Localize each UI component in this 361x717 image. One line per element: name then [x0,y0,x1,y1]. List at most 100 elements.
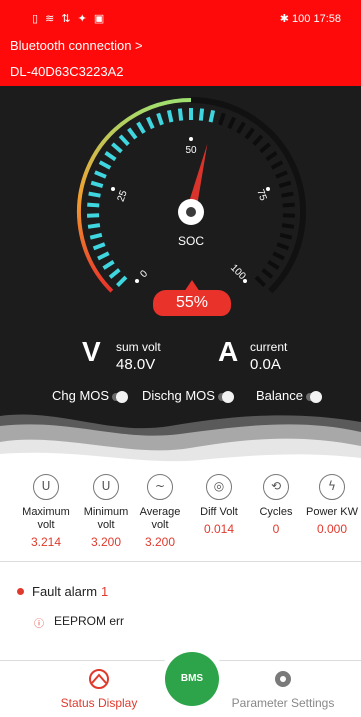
gauge-segment [267,260,280,270]
gauge-hub-core [186,207,196,217]
sum-volt-label: sum volt [116,340,161,354]
gauge-segment [108,268,121,279]
balance-label: Balance [256,388,303,403]
gauge-segment [261,268,274,279]
gauge-segment [275,170,288,179]
gauge-segment [281,223,295,229]
stat-value: 0.014 [203,522,235,536]
error-icon: ⓘ [34,619,44,630]
section-divider [0,561,361,562]
fault-title: Fault alarm [32,584,98,599]
nav-parameter-settings[interactable]: Parameter Settings [218,668,348,710]
gauge-segment [87,202,100,208]
gauge-segment [89,232,103,240]
fault-item-label: EEPROM err [54,614,125,628]
chg-mos-switch[interactable] [112,390,129,403]
stat-minimum-volt: U Minimum volt 3.200 [76,466,136,549]
chg-mos-label: Chg MOS [52,388,110,403]
gauge-segment [118,134,130,147]
cycle-icon: ⟲ [263,474,289,500]
stat-power-kw: ϟ Power KW 0.000 [302,466,361,536]
balance-toggle[interactable]: Balance [256,388,322,403]
tick-dot-0 [135,279,139,283]
dischg-mos-switch[interactable] [217,390,234,403]
gauge-segment [276,242,290,251]
tick-0: 0 [138,268,150,280]
stat-value: 0 [272,522,280,536]
stat-diff-volt: ◎ Diff Volt 0.014 [189,466,249,536]
stat-value: 3.214 [30,535,62,549]
gauge-segment [177,108,184,121]
tick-dot-75 [266,187,270,191]
bluetooth-connection-link[interactable]: Bluetooth connection > [10,38,143,53]
stat-maximum-volt: U Maximum volt 3.214 [16,466,76,549]
stat-average-volt: ~ Average volt 3.200 [130,466,190,549]
fault-item: ⓘ EEPROM err [34,614,125,630]
battery-level: 100 [292,13,311,25]
gauge-segment [102,260,115,270]
gear-icon [275,671,291,687]
gauge-segment [254,275,266,287]
sum-volt-meter: V sum volt 48.0V [82,336,192,376]
stat-name: Diff Volt [200,506,238,518]
gauge-segment [136,121,146,134]
gauge-segment [252,134,264,147]
stat-name: Maximum volt [22,506,70,531]
dischg-mos-toggle[interactable]: Dischg MOS [142,388,234,403]
status-icons: ▯ ≋ ⇅ ✦ ▣ [32,13,107,25]
sum-volt-value: 48.0V [116,356,156,373]
nav-status-display[interactable]: Status Display [40,668,158,710]
mos-toggles: Chg MOS Dischg MOS Balance [0,388,361,404]
current-meter: A current 0.0A [218,336,328,376]
gauge-segment [145,116,155,130]
gauge-segment [278,180,292,188]
gauge-segment [87,223,101,229]
fault-alarm-header[interactable]: Fault alarm 1 [17,584,109,599]
stat-value: 3.200 [90,535,122,549]
gauge-segment [208,109,216,123]
cell-stats: U Maximum volt 3.214 U Minimum volt 3.20… [0,466,361,556]
power-icon: ϟ [319,474,345,500]
clock: 17:58 [313,13,341,25]
gauge-segment [166,109,174,123]
wave-icon: ~ [147,474,173,500]
gauge-segment [265,151,278,162]
gauge-segment [236,121,246,134]
current-value: 0.0A [250,356,281,373]
gauge-segment [98,160,112,170]
balance-switch[interactable] [305,390,322,403]
status-display-icon [89,669,109,689]
stat-name: Minimum volt [83,506,129,531]
tick-50: 50 [185,145,197,156]
gauge-segment [218,112,226,126]
gauge-segment [88,191,101,198]
gauge-segment [279,232,293,240]
stat-value: 0.000 [316,522,348,536]
gauge-segment [97,251,110,261]
gauge-segment [94,170,107,179]
gauge-segment [272,251,285,261]
chg-mos-toggle[interactable]: Chg MOS [52,388,129,403]
current-symbol-icon: A [218,336,239,367]
gauge-center-label: SOC [178,234,204,248]
fault-count: 1 [101,584,109,599]
tick-25: 25 [116,189,130,204]
gauge-segment [244,127,255,140]
volt-symbol-icon: V [82,336,101,367]
gauge-segment [198,108,205,121]
stat-name: Average volt [139,506,181,531]
gauge-segment [227,116,237,130]
stat-name: Power KW [306,506,358,518]
gauge-segment [259,142,271,154]
gauge-segment [281,191,294,198]
status-bar: ▯ ≋ ⇅ ✦ ▣ ✱ 100 17:58 [0,0,361,34]
bms-chip-icon: BMS [165,652,219,706]
tick-dot-50 [189,137,193,141]
gauge-segment [156,112,164,126]
bms-center-button[interactable]: BMS [159,646,225,712]
stat-cycles: ⟲ Cycles 0 [246,466,306,536]
wave-divider [0,414,361,468]
device-id: DL-40D63C3223A2 [10,64,124,79]
tick-dot-100 [243,279,247,283]
nav-status-label: Status Display [60,696,138,710]
